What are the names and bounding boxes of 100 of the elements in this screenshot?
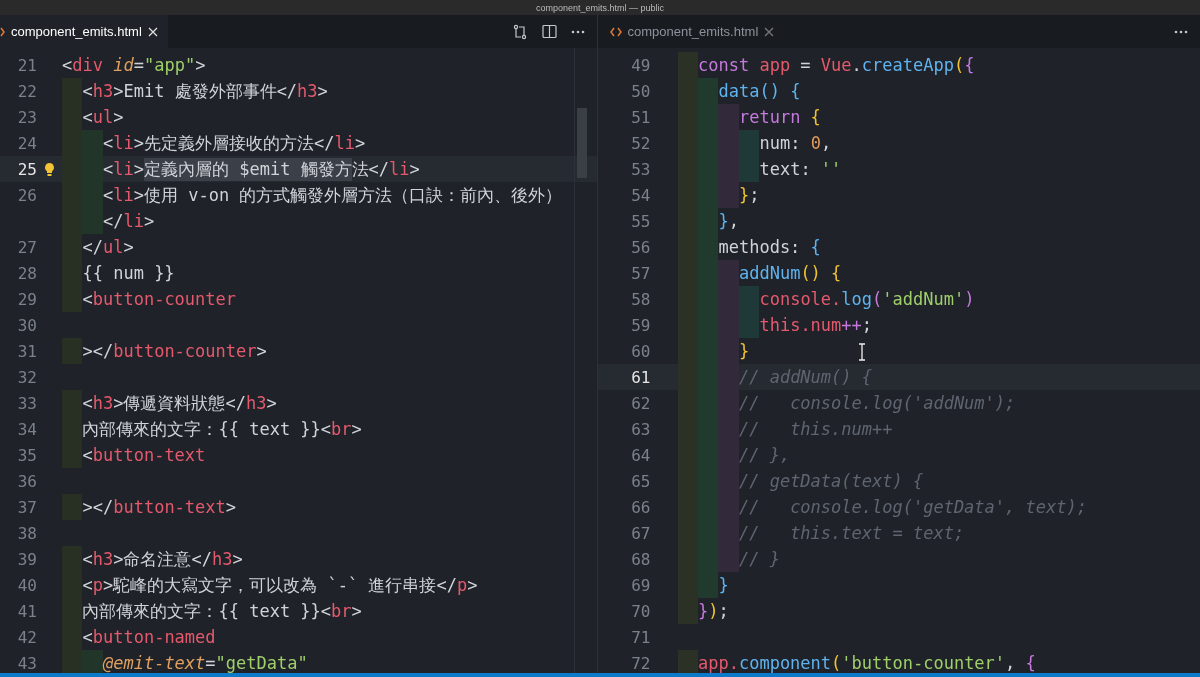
- code-line: app.component('button-counter', {: [677, 650, 1036, 673]
- code-line: // console.log('addNum');: [677, 390, 1016, 416]
- line-number: 72: [630, 653, 651, 673]
- code-line: num: 0,: [677, 130, 832, 156]
- code-line: 內部傳來的文字：{{ text }}<br>: [62, 598, 362, 624]
- line-number: 68: [630, 549, 651, 569]
- code-line: 內部傳來的文字：{{ text }}<br>: [62, 416, 362, 442]
- code-line: <p>駝峰的大寫文字，可以改為 `-` 進行串接</p>: [62, 572, 478, 598]
- line-number: 51: [630, 107, 651, 127]
- code-line: // console.log('getData', text);: [677, 494, 1087, 520]
- split-editor-icon[interactable]: [541, 24, 557, 39]
- code-line: ></button-counter>: [62, 338, 267, 364]
- code-line: </li>: [62, 208, 155, 234]
- code-line: addNum() {: [677, 260, 842, 286]
- line-number: 23: [16, 107, 37, 127]
- line-number: 22: [16, 81, 37, 101]
- code-line: {{ num }}: [62, 260, 175, 286]
- line-number: 54: [630, 185, 651, 205]
- line-number: 38: [16, 523, 37, 543]
- line-number: 34: [16, 419, 37, 439]
- lightbulb-icon[interactable]: [44, 161, 55, 177]
- line-number: 35: [16, 445, 37, 465]
- code-line: text: '': [677, 156, 842, 182]
- line-number: 67: [630, 523, 651, 543]
- code-line: }: [677, 572, 729, 598]
- line-number: 70: [630, 601, 651, 621]
- code-line: // this.text = text;: [677, 520, 965, 546]
- code-line: data() {: [677, 78, 801, 104]
- line-number: 41: [16, 601, 37, 621]
- line-number: 59: [630, 315, 651, 335]
- line-number: 39: [16, 549, 37, 569]
- code-line: console.log('addNum'): [677, 286, 975, 312]
- code-line: // this.num++: [677, 416, 893, 442]
- code-line: };: [677, 182, 760, 208]
- line-number: 26: [16, 185, 37, 205]
- line-number: 29: [16, 289, 37, 309]
- line-number: 28: [16, 263, 37, 283]
- code-line: <h3>命名注意</h3>: [62, 546, 243, 572]
- editor-tab[interactable]: component_emits.html: [0, 15, 168, 48]
- line-number: 61: [630, 367, 651, 387]
- code-line: },: [677, 208, 739, 234]
- line-number: 52: [630, 133, 651, 153]
- code-line: // },: [677, 442, 791, 468]
- code-line: @emit-text="getData": [62, 650, 308, 673]
- line-number: 33: [16, 393, 37, 413]
- line-number: 24: [16, 133, 37, 153]
- code-line: <h3>傳遞資料狀態</h3>: [62, 390, 277, 416]
- line-number: 64: [630, 445, 651, 465]
- code-line: // addNum() {: [677, 364, 872, 390]
- line-number: 53: [630, 159, 651, 179]
- code-line: }: [677, 338, 750, 364]
- line-number: 55: [630, 211, 651, 231]
- code-line: // }: [677, 546, 780, 572]
- line-number: 30: [16, 315, 37, 335]
- line-number: 56: [630, 237, 651, 257]
- line-number: 37: [16, 497, 37, 517]
- line-number: 57: [630, 263, 651, 283]
- line-number: 49: [630, 55, 651, 75]
- code-line: <ul>: [62, 104, 124, 130]
- line-number: 60: [630, 341, 651, 361]
- line-number: 32: [16, 367, 37, 387]
- code-line: <li>先定義外層接收的方法</li>: [62, 130, 366, 156]
- code-file-icon: [609, 26, 622, 37]
- line-number: 25: [16, 159, 37, 179]
- line-number: 63: [630, 419, 651, 439]
- line-number: 42: [16, 627, 37, 647]
- line-number: 69: [630, 575, 651, 595]
- line-number: 43: [16, 653, 37, 673]
- more-icon[interactable]: [1174, 29, 1188, 34]
- line-number: 65: [630, 471, 651, 491]
- line-number: 40: [16, 575, 37, 595]
- more-icon[interactable]: [570, 29, 585, 34]
- code-line: ></button-text>: [62, 494, 237, 520]
- code-line: <li>使用 v-on 的方式觸發外層方法（口訣：前內、後外）: [62, 182, 563, 208]
- code-line: return {: [677, 104, 821, 130]
- code-line: // getData(text) {: [677, 468, 924, 494]
- line-number: 66: [630, 497, 651, 517]
- line-number: 50: [630, 81, 651, 101]
- code-line: });: [677, 598, 729, 624]
- code-line: this.num++;: [677, 312, 873, 338]
- line-number: 31: [16, 341, 37, 361]
- line-number: 58: [630, 289, 651, 309]
- code-line: <h3>Emit 處發外部事件</h3>: [62, 78, 328, 104]
- code-line: <button-named: [62, 624, 216, 650]
- code-line: <button-counter: [62, 286, 237, 312]
- line-number: 27: [16, 237, 37, 257]
- code-line: const app = Vue.createApp({: [677, 52, 975, 78]
- code-line: <div id="app">: [62, 54, 206, 77]
- code-line: <li>定義內層的 $emit 觸發方法</li>: [62, 156, 420, 182]
- compare-icon[interactable]: [511, 23, 528, 40]
- line-number: 71: [630, 627, 651, 647]
- code-file-icon: [0, 26, 5, 37]
- code-line: methods: {: [677, 234, 821, 260]
- line-number: 62: [630, 393, 651, 413]
- window-title: component_emits.html — public: [535, 2, 665, 13]
- code-line: <button-text: [62, 442, 206, 468]
- code-line: </ul>: [62, 234, 134, 260]
- text-cursor-icon: [857, 343, 866, 361]
- line-number: 36: [16, 471, 37, 491]
- scrollbar[interactable]: [573, 48, 589, 673]
